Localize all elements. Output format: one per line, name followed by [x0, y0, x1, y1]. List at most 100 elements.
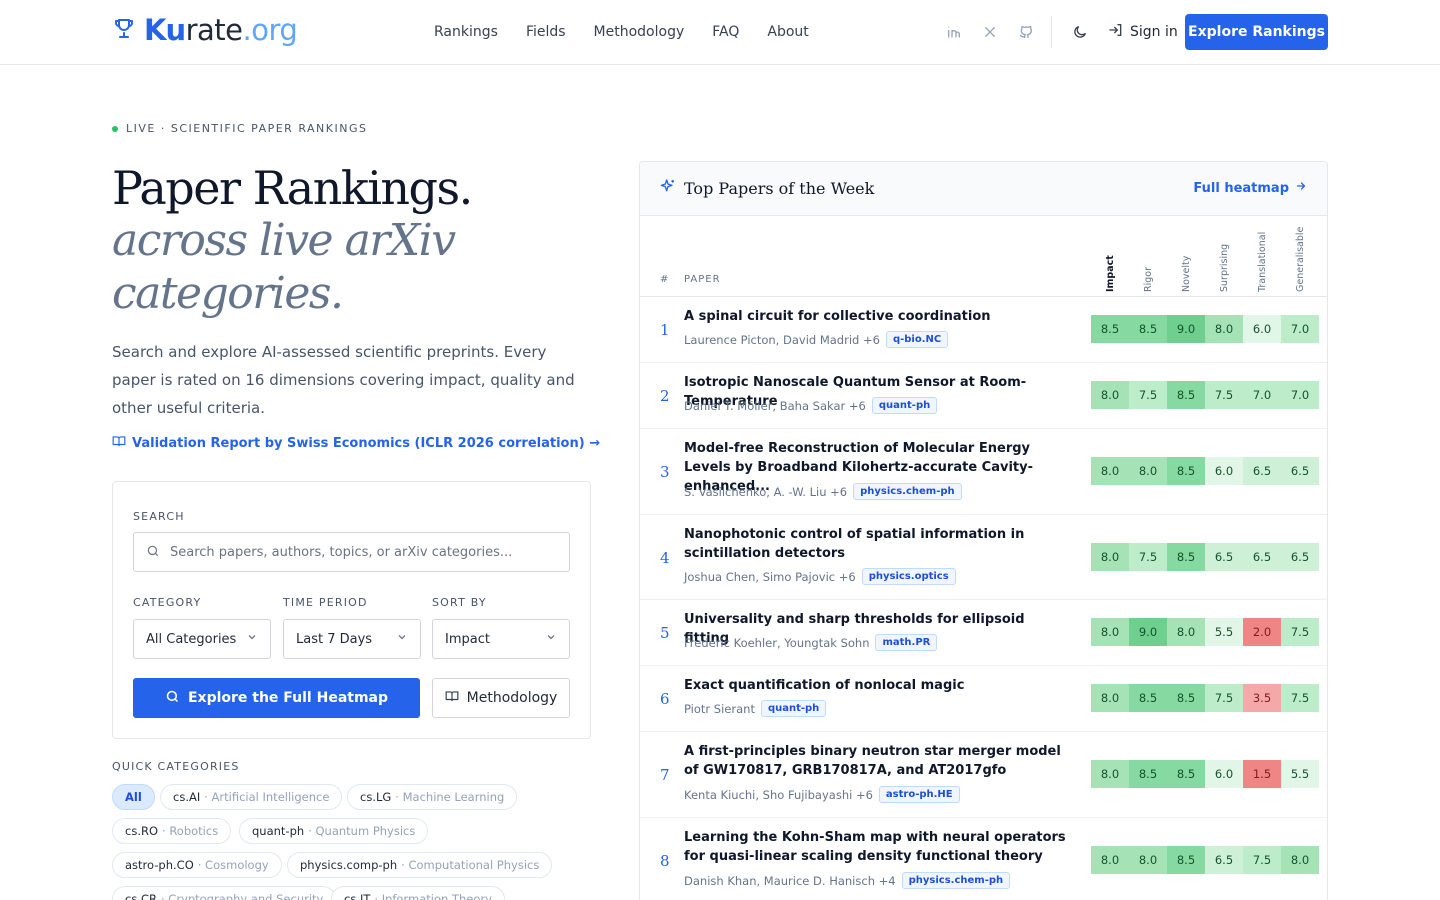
category-tag[interactable]: physics.chem-ph	[901, 872, 1011, 889]
score-cell-generalisable[interactable]: 6.5	[1281, 543, 1319, 571]
score-cell-novelty[interactable]: 8.5	[1167, 846, 1205, 874]
x-icon[interactable]	[980, 22, 1000, 42]
validation-report-link[interactable]: Validation Report by Swiss Economics (IC…	[112, 434, 600, 452]
score-cell-surprising[interactable]: 6.5	[1205, 543, 1243, 571]
category-tag[interactable]: astro-ph.HE	[878, 786, 960, 803]
score-cell-translational[interactable]: 6.5	[1243, 457, 1281, 485]
score-cell-generalisable[interactable]: 6.5	[1281, 457, 1319, 485]
table-row[interactable]: 3 Model-free Reconstruction of Molecular…	[640, 429, 1327, 515]
nav-fields[interactable]: Fields	[526, 22, 566, 42]
chip-all[interactable]: All	[112, 784, 155, 810]
score-cell-surprising[interactable]: 6.0	[1205, 457, 1243, 485]
score-cell-impact[interactable]: 8.0	[1091, 684, 1129, 712]
search-input[interactable]	[170, 544, 550, 560]
table-row[interactable]: 5 Universality and sharp thresholds for …	[640, 600, 1327, 666]
score-cell-impact[interactable]: 8.5	[1091, 315, 1129, 343]
nav-rankings[interactable]: Rankings	[434, 22, 498, 42]
column-rigor[interactable]: Rigor	[1129, 222, 1167, 292]
chip-quant-ph[interactable]: quant-ph · Quantum Physics	[239, 818, 429, 844]
category-select[interactable]: All Categories	[133, 619, 271, 659]
score-cell-translational[interactable]: 7.5	[1243, 846, 1281, 874]
score-cell-surprising[interactable]: 6.0	[1205, 760, 1243, 788]
score-cell-rigor[interactable]: 8.0	[1129, 846, 1167, 874]
score-cell-novelty[interactable]: 8.5	[1167, 381, 1205, 409]
score-cell-rigor[interactable]: 7.5	[1129, 543, 1167, 571]
score-cell-translational[interactable]: 6.5	[1243, 543, 1281, 571]
score-cell-generalisable[interactable]: 8.0	[1281, 846, 1319, 874]
column-surprising[interactable]: Surprising	[1205, 222, 1243, 292]
category-tag[interactable]: q-bio.NC	[885, 331, 949, 348]
score-cell-impact[interactable]: 8.0	[1091, 618, 1129, 646]
score-cell-surprising[interactable]: 7.5	[1205, 684, 1243, 712]
score-cell-generalisable[interactable]: 7.0	[1281, 381, 1319, 409]
column-impact[interactable]: Impact	[1091, 222, 1129, 292]
score-cell-rigor[interactable]: 9.0	[1129, 618, 1167, 646]
score-cell-novelty[interactable]: 8.5	[1167, 543, 1205, 571]
category-tag[interactable]: quant-ph	[871, 397, 938, 414]
score-cell-rigor[interactable]: 7.5	[1129, 381, 1167, 409]
score-cell-novelty[interactable]: 8.5	[1167, 760, 1205, 788]
score-cell-generalisable[interactable]: 7.5	[1281, 684, 1319, 712]
chip-cs-ai[interactable]: cs.AI · Artificial Intelligence	[160, 784, 343, 810]
nav-methodology[interactable]: Methodology	[594, 22, 685, 42]
logo[interactable]: Kurate.org	[112, 12, 298, 48]
search-field[interactable]	[133, 532, 570, 572]
score-cell-novelty[interactable]: 8.5	[1167, 457, 1205, 485]
score-cell-translational[interactable]: 3.5	[1243, 684, 1281, 712]
score-cell-impact[interactable]: 8.0	[1091, 457, 1129, 485]
category-tag[interactable]: physics.optics	[861, 568, 956, 585]
score-cell-rigor[interactable]: 8.5	[1129, 684, 1167, 712]
github-icon[interactable]	[1016, 22, 1036, 42]
score-cell-impact[interactable]: 8.0	[1091, 543, 1129, 571]
score-cell-translational[interactable]: 6.0	[1243, 315, 1281, 343]
score-cell-generalisable[interactable]: 5.5	[1281, 760, 1319, 788]
column-novelty[interactable]: Novelty	[1167, 222, 1205, 292]
nav-faq[interactable]: FAQ	[712, 22, 739, 42]
score-cell-rigor[interactable]: 8.5	[1129, 315, 1167, 343]
nav-about[interactable]: About	[767, 22, 808, 42]
chip-cs-lg[interactable]: cs.LG · Machine Learning	[347, 784, 518, 810]
table-row[interactable]: 2 Isotropic Nanoscale Quantum Sensor at …	[640, 363, 1327, 429]
chip-cs-cr[interactable]: cs.CR · Cryptography and Security	[112, 886, 337, 900]
paper-title[interactable]: Nanophotonic control of spatial informat…	[684, 525, 1074, 563]
explore-rankings-button[interactable]: Explore Rankings	[1185, 14, 1328, 50]
explore-heatmap-button[interactable]: Explore the Full Heatmap	[133, 678, 420, 718]
time-period-select[interactable]: Last 7 Days	[283, 619, 421, 659]
score-cell-surprising[interactable]: 6.5	[1205, 846, 1243, 874]
score-cell-rigor[interactable]: 8.5	[1129, 760, 1167, 788]
score-cell-novelty[interactable]: 8.0	[1167, 618, 1205, 646]
score-cell-novelty[interactable]: 8.5	[1167, 684, 1205, 712]
score-cell-novelty[interactable]: 9.0	[1167, 315, 1205, 343]
score-cell-surprising[interactable]: 7.5	[1205, 381, 1243, 409]
score-cell-generalisable[interactable]: 7.5	[1281, 618, 1319, 646]
score-cell-impact[interactable]: 8.0	[1091, 760, 1129, 788]
paper-title[interactable]: Exact quantification of nonlocal magic	[684, 676, 1074, 695]
sort-by-select[interactable]: Impact	[432, 619, 570, 659]
score-cell-impact[interactable]: 8.0	[1091, 381, 1129, 409]
score-cell-translational[interactable]: 2.0	[1243, 618, 1281, 646]
score-cell-rigor[interactable]: 8.0	[1129, 457, 1167, 485]
table-row[interactable]: 6 Exact quantification of nonlocal magic…	[640, 666, 1327, 732]
linkedin-icon[interactable]	[944, 22, 964, 42]
score-cell-surprising[interactable]: 8.0	[1205, 315, 1243, 343]
table-row[interactable]: 8 Learning the Kohn-Sham map with neural…	[640, 818, 1327, 900]
paper-title[interactable]: A first-principles binary neutron star m…	[684, 742, 1074, 780]
chip-physics-comp-ph[interactable]: physics.comp-ph · Computational Physics	[287, 852, 553, 878]
full-heatmap-link[interactable]: Full heatmap	[1193, 180, 1307, 196]
category-tag[interactable]: math.PR	[875, 634, 938, 651]
score-cell-surprising[interactable]: 5.5	[1205, 618, 1243, 646]
methodology-button[interactable]: Methodology	[432, 678, 570, 718]
table-row[interactable]: 4 Nanophotonic control of spatial inform…	[640, 515, 1327, 600]
moon-icon[interactable]	[1070, 22, 1090, 42]
category-tag[interactable]: physics.chem-ph	[853, 483, 962, 500]
score-cell-translational[interactable]: 1.5	[1243, 760, 1281, 788]
category-tag[interactable]: quant-ph	[760, 700, 827, 717]
column-generalisable[interactable]: Generalisable	[1281, 222, 1319, 292]
chip-cs-ro[interactable]: cs.RO · Robotics	[112, 818, 232, 844]
sign-in-button[interactable]: Sign in	[1108, 22, 1178, 42]
paper-title[interactable]: Learning the Kohn-Sham map with neural o…	[684, 828, 1074, 866]
chip-cs-it[interactable]: cs.IT · Information Theory	[331, 886, 505, 900]
paper-title[interactable]: A spinal circuit for collective coordina…	[684, 307, 1074, 326]
score-cell-impact[interactable]: 8.0	[1091, 846, 1129, 874]
table-row[interactable]: 1 A spinal circuit for collective coordi…	[640, 297, 1327, 363]
